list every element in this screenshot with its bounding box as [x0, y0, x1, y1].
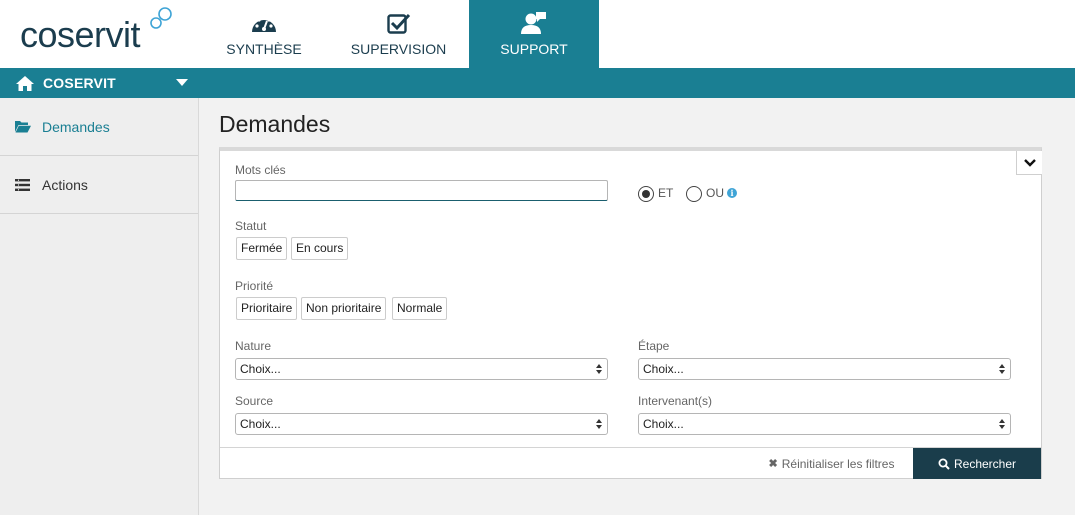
select-value: Choix... — [240, 417, 281, 431]
select-arrows-icon — [999, 364, 1005, 374]
search-button[interactable]: Rechercher — [913, 448, 1041, 479]
list-icon — [15, 177, 33, 193]
radio-button[interactable] — [686, 186, 702, 202]
dashboard-icon — [200, 10, 328, 36]
nature-label: Nature — [235, 339, 272, 353]
statut-chip-en-cours[interactable]: En cours — [291, 237, 349, 260]
etape-select[interactable]: Choix... — [638, 358, 1011, 380]
home-icon — [16, 75, 34, 91]
source-label: Source — [235, 394, 274, 408]
filter-panel: Mots clés ET OU i Statut Fermée En cours… — [219, 147, 1042, 479]
info-icon[interactable]: i — [727, 187, 737, 198]
priorite-chip-normale[interactable]: Normale — [392, 297, 448, 320]
collapse-filters-button[interactable] — [1016, 151, 1042, 175]
search-label: Rechercher — [953, 456, 1017, 471]
source-select[interactable]: Choix... — [235, 413, 608, 435]
close-icon: ✖ — [768, 458, 778, 470]
radio-button[interactable] — [638, 186, 654, 202]
keywords-input[interactable] — [235, 180, 608, 201]
folder-open-icon — [15, 119, 33, 135]
priorite-chip-prioritaire[interactable]: Prioritaire — [236, 297, 298, 320]
keywords-label: Mots clés — [235, 163, 286, 177]
reset-filters-button[interactable]: ✖ Réinitialiser les filtres — [750, 448, 913, 479]
select-arrows-icon — [596, 419, 602, 429]
tab-label: SUPERVISION — [350, 41, 447, 57]
radio-label: OU — [706, 185, 724, 200]
logic-radio-ou[interactable]: OU i — [686, 186, 737, 202]
support-user-icon — [469, 10, 599, 36]
intervenants-select[interactable]: Choix... — [638, 413, 1011, 435]
tab-label: SYNTHÈSE — [226, 41, 302, 57]
tab-synthese[interactable]: SYNTHÈSE — [200, 0, 328, 68]
priorite-chip-non-prioritaire[interactable]: Non prioritaire — [301, 297, 387, 320]
organization-name: COSERVIT — [43, 75, 116, 91]
nature-select[interactable]: Choix... — [235, 358, 608, 380]
tab-label: SUPPORT — [500, 41, 568, 57]
tab-support[interactable]: SUPPORT — [469, 0, 599, 68]
priorite-label: Priorité — [235, 279, 274, 293]
intervenants-label: Intervenant(s) — [638, 394, 713, 408]
sidebar-item-label: Actions — [42, 176, 88, 193]
sidebar-item-demandes[interactable]: Demandes — [0, 98, 198, 156]
sidebar-item-actions[interactable]: Actions — [0, 156, 198, 214]
select-value: Choix... — [643, 417, 684, 431]
logo-text: coservit — [20, 14, 141, 55]
reset-filters-label: Réinitialiser les filtres — [781, 456, 895, 471]
etape-label: Étape — [638, 339, 670, 353]
checkbox-icon — [328, 10, 469, 36]
sidebar-item-label: Demandes — [42, 118, 110, 135]
select-value: Choix... — [240, 362, 281, 376]
chevron-down-icon — [1023, 158, 1036, 167]
radio-label: ET — [658, 185, 674, 200]
select-arrows-icon — [999, 419, 1005, 429]
search-icon — [938, 458, 950, 470]
page-title: Demandes — [219, 111, 331, 137]
chevron-down-icon[interactable] — [176, 79, 188, 86]
top-header: coservit SYNTHÈSE SUPERVISION SUPPORT — [0, 0, 1075, 68]
logic-radio-et[interactable]: ET — [638, 186, 673, 202]
select-value: Choix... — [643, 362, 684, 376]
select-arrows-icon — [596, 364, 602, 374]
tab-supervision[interactable]: SUPERVISION — [328, 0, 469, 68]
organization-selector[interactable]: COSERVIT — [0, 68, 198, 98]
logo-mark-icon — [150, 7, 172, 29]
sidebar: Demandes Actions — [0, 98, 199, 515]
statut-label: Statut — [235, 219, 267, 233]
statut-chip-fermee[interactable]: Fermée — [236, 237, 288, 260]
